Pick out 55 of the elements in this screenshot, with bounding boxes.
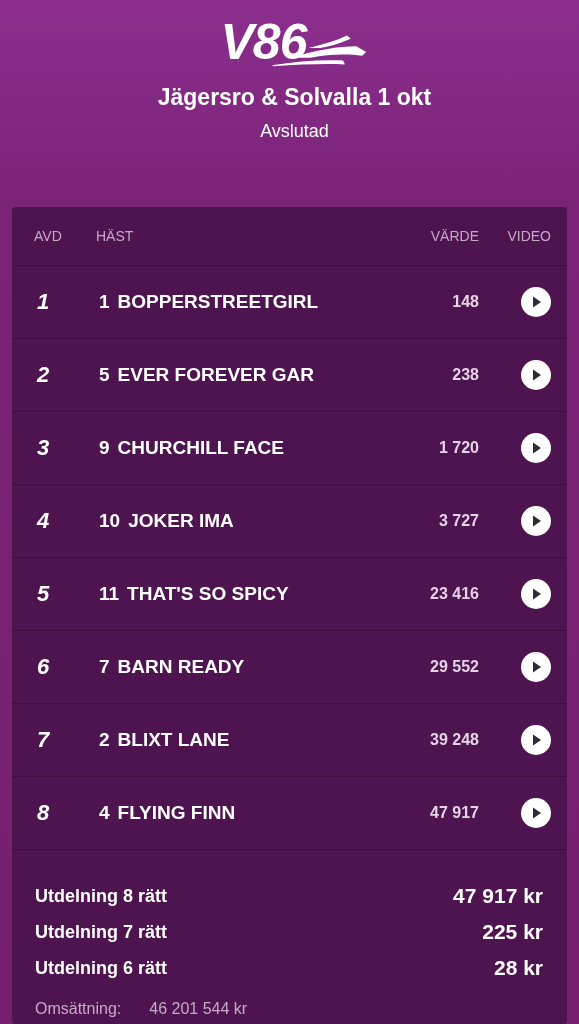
- play-icon[interactable]: [521, 287, 551, 317]
- horse-number: 1: [99, 291, 110, 313]
- race-number: 8: [36, 800, 51, 826]
- value-cell-text: 1 720: [437, 439, 480, 457]
- race-number: 3: [36, 435, 51, 461]
- payout-amount: 47 917 kr: [453, 884, 543, 908]
- horse-number: 9: [99, 437, 110, 459]
- race-number: 1: [36, 289, 51, 315]
- race-number: 4: [35, 508, 51, 534]
- play-icon[interactable]: [521, 798, 551, 828]
- horse-name: JOKER IMA: [128, 510, 234, 532]
- play-icon[interactable]: [521, 725, 551, 755]
- payout-label: Utdelning 6 rätt: [35, 957, 167, 979]
- play-icon[interactable]: [521, 506, 551, 536]
- horse-number: 2: [99, 729, 110, 751]
- logo-text: V86: [220, 14, 307, 70]
- play-icon[interactable]: [521, 579, 551, 609]
- column-header: HÄST: [95, 228, 135, 244]
- value-cell-text: 238: [451, 366, 480, 384]
- race-number: 5: [36, 581, 51, 607]
- horse-name: FLYING FINN: [117, 802, 236, 824]
- horse-number: 7: [99, 656, 110, 678]
- payout-label: Utdelning 8 rätt: [35, 885, 167, 907]
- race-number: 7: [36, 727, 51, 753]
- value-cell-text: 47 917: [429, 804, 480, 822]
- status-label: Avslutad: [260, 121, 329, 142]
- payout-amount: 28 kr: [493, 956, 543, 980]
- column-header: VIDEO: [507, 228, 551, 244]
- horse-name: BOPPERSTREETGIRL: [117, 291, 319, 313]
- horse-name: CHURCHILL FACE: [117, 437, 284, 459]
- horse-number: 10: [99, 510, 121, 532]
- race-number: 2: [35, 362, 51, 388]
- page-title: Jägersro & Solvalla 1 okt: [157, 84, 432, 111]
- column-header: AVD: [34, 228, 63, 244]
- horse-number: 5: [99, 364, 110, 386]
- value-cell-text: 39 248: [429, 731, 480, 749]
- horse-name: THAT'S SO SPICY: [127, 583, 289, 605]
- payout-amount: 225 kr: [482, 920, 543, 944]
- turnover-amount: 46 201 544 kr: [149, 1000, 248, 1018]
- value-cell-text: 3 727: [437, 512, 480, 530]
- value-cell-text: 29 552: [429, 658, 480, 676]
- play-icon[interactable]: [521, 433, 551, 463]
- horse-name: BLIXT LANE: [117, 729, 230, 751]
- race-number: 6: [36, 654, 51, 680]
- play-icon[interactable]: [521, 652, 551, 682]
- value-cell-text: 23 416: [429, 585, 480, 603]
- turnover-label: Omsättning:: [35, 1000, 122, 1018]
- column-header: VÄRDE: [429, 228, 480, 244]
- horse-number: 11: [99, 583, 120, 605]
- value-cell-text: 148: [451, 293, 480, 311]
- horse-name: BARN READY: [117, 656, 245, 678]
- horse-number: 4: [99, 802, 110, 824]
- horse-name: EVER FOREVER GAR: [117, 364, 314, 386]
- play-icon[interactable]: [521, 360, 551, 390]
- payout-label: Utdelning 7 rätt: [35, 921, 167, 943]
